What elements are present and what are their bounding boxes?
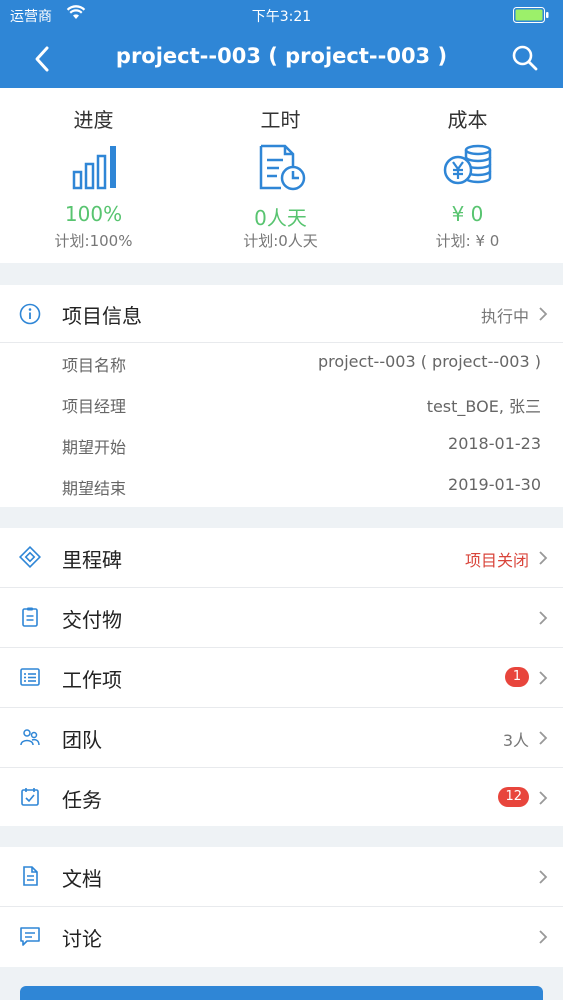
list-icon <box>20 668 40 686</box>
nav-bar: project--003 ( project--003 ) <box>0 30 563 88</box>
chevron-right-icon <box>539 731 548 745</box>
metric-progress[interactable]: 进度 100% 计划:100% <box>0 88 187 263</box>
menu-item-deliverables[interactable]: 交付物 <box>0 588 563 648</box>
menu-item-tasks[interactable]: 任务 12 <box>0 768 563 828</box>
menu-label: 文档 <box>62 867 102 891</box>
detail-row-name: 项目名称 project--003 ( project--003 ) <box>0 343 563 384</box>
detail-label: 项目名称 <box>62 356 127 375</box>
project-status-value: 执行中 <box>480 307 529 326</box>
milestone-status: 项目关闭 <box>464 551 529 570</box>
metric-value: ¥ 0 <box>451 202 484 226</box>
project-info-label: 项目信息 <box>62 304 142 328</box>
count-badge: 1 <box>505 667 529 687</box>
bottom-action-button[interactable] <box>20 986 543 1000</box>
detail-row-end: 期望结束 2019-01-30 <box>0 466 563 507</box>
app-header: 运营商 下午3:21 project--003 ( project--003 ) <box>0 0 563 88</box>
menu-item-team[interactable]: 团队 3人 <box>0 708 563 768</box>
chevron-right-icon <box>539 307 548 321</box>
chevron-right-icon <box>539 870 548 884</box>
metric-plan: 计划:0人天 <box>243 232 318 250</box>
battery-icon <box>513 7 549 23</box>
milestone-icon <box>19 546 41 568</box>
menu-item-documents[interactable]: 文档 <box>0 847 563 907</box>
menu-label: 里程碑 <box>62 548 122 572</box>
detail-row-start: 期望开始 2018-01-23 <box>0 425 563 466</box>
team-count: 3人 <box>502 731 529 750</box>
back-icon[interactable] <box>30 44 56 74</box>
metric-workhours[interactable]: 工时 0人天 计划:0人天 <box>187 88 374 263</box>
detail-label: 期望结束 <box>62 479 127 498</box>
detail-label: 期望开始 <box>62 438 127 457</box>
menu-label: 工作项 <box>62 668 122 692</box>
info-icon <box>19 303 41 325</box>
project-info-section: 项目信息 执行中 项目名称 project--003 ( project--00… <box>0 285 563 507</box>
clipboard-icon <box>22 607 38 627</box>
detail-value: 2019-01-30 <box>448 475 541 494</box>
timesheet-icon <box>259 144 305 191</box>
document-icon <box>23 866 38 886</box>
count-badge: 12 <box>498 787 529 807</box>
menu-label: 任务 <box>62 788 102 812</box>
detail-value: test_BOE, 张三 <box>426 397 541 416</box>
detail-label: 项目经理 <box>62 397 127 416</box>
menu-label: 讨论 <box>62 927 102 951</box>
detail-row-manager: 项目经理 test_BOE, 张三 <box>0 384 563 425</box>
metric-value: 0人天 <box>254 206 307 230</box>
menu-label: 团队 <box>62 728 102 752</box>
menu-item-work-items[interactable]: 工作项 1 <box>0 648 563 708</box>
metric-value: 100% <box>64 202 123 226</box>
project-menu-section: 里程碑 项目关闭 交付物 工作项 1 团队 3人 任务 12 <box>0 528 563 826</box>
menu-item-milestone[interactable]: 里程碑 项目关闭 <box>0 528 563 588</box>
chevron-right-icon <box>539 930 548 944</box>
status-bar: 运营商 下午3:21 <box>0 0 563 30</box>
chat-icon <box>20 927 40 946</box>
search-icon[interactable] <box>511 44 539 72</box>
detail-value: project--003 ( project--003 ) <box>318 352 541 371</box>
menu-item-discussion[interactable]: 讨论 <box>0 907 563 967</box>
metric-plan: 计划:100% <box>54 232 133 250</box>
chevron-right-icon <box>539 551 548 565</box>
metric-label: 成本 <box>447 108 488 132</box>
calendar-check-icon <box>21 788 39 806</box>
bar-chart-icon <box>72 146 116 190</box>
chevron-right-icon <box>539 611 548 625</box>
project-info-header[interactable]: 项目信息 执行中 <box>0 285 563 343</box>
chevron-right-icon <box>539 791 548 805</box>
detail-value: 2018-01-23 <box>448 434 541 453</box>
summary-panel: 进度 100% 计划:100% 工时 0人天 计划:0人天 成本 ¥ 0 计划:… <box>0 88 563 263</box>
status-time: 下午3:21 <box>251 9 312 25</box>
metric-plan: 计划: ¥ 0 <box>435 232 500 250</box>
metric-label: 工时 <box>260 108 301 132</box>
page-title: project--003 ( project--003 ) <box>115 44 448 68</box>
metric-label: 进度 <box>73 108 114 132</box>
coins-icon <box>443 144 491 185</box>
chevron-right-icon <box>539 671 548 685</box>
team-icon <box>20 729 40 746</box>
docs-section: 文档 讨论 <box>0 847 563 967</box>
metric-cost[interactable]: 成本 ¥ 0 计划: ¥ 0 <box>374 88 561 263</box>
project-details: 项目名称 project--003 ( project--003 ) 项目经理 … <box>0 343 563 507</box>
menu-label: 交付物 <box>62 608 122 632</box>
